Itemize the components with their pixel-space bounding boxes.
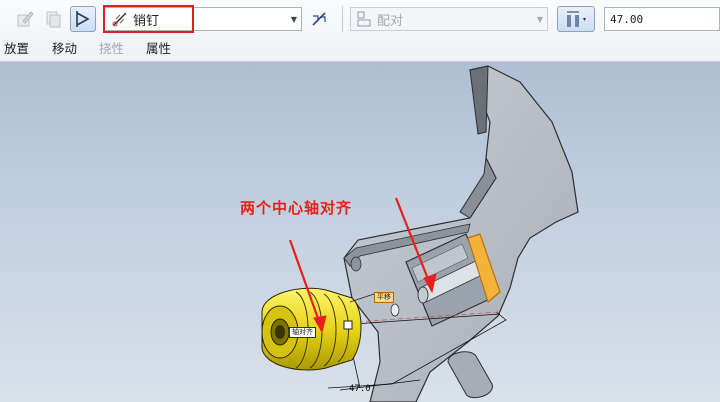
tag-translate[interactable]: 平移 (374, 292, 394, 303)
tab-placement[interactable]: 放置 (4, 38, 29, 57)
copy-icon-button[interactable] (40, 6, 66, 32)
drag-handle[interactable] (343, 320, 353, 330)
wrench-part[interactable] (343, 65, 579, 402)
constraint-set-icon (76, 11, 90, 27)
constraint-type-value: 销钉 (133, 13, 160, 29)
user-defined-set-button[interactable] (70, 6, 96, 32)
model-viewport[interactable]: 两个中心轴对齐 轴对齐 平移 47.0 (0, 62, 720, 402)
annotation-label: 两个中心轴对齐 (240, 199, 353, 217)
constraint-type-combo[interactable]: 销钉 ▼ (104, 7, 302, 31)
tag-axis-align[interactable]: 轴对齐 (289, 327, 316, 338)
chevron-down-icon[interactable]: ▼ (533, 8, 547, 30)
mode-combo[interactable]: 配对 ▼ (350, 7, 548, 31)
tab-move[interactable]: 移动 (52, 38, 77, 57)
dashboard-toolbar: 销钉 ▼ 配对 ▼ 47.00 放置 移动 挠性 属性 (0, 0, 720, 62)
offset-value-input[interactable]: 47.00 (604, 7, 720, 31)
assembly-graphics (261, 65, 579, 402)
copy-icon (46, 11, 61, 28)
offset-type-button[interactable] (557, 6, 595, 32)
dimension-value[interactable]: 47.0 (349, 384, 371, 394)
tab-properties[interactable]: 属性 (146, 38, 171, 57)
mate-icon (357, 11, 371, 27)
tab-flexibility: 挠性 (99, 41, 125, 56)
chevron-down-icon[interactable]: ▼ (287, 8, 301, 30)
edit-icon-button[interactable] (12, 6, 38, 32)
pin-constraint-icon (112, 12, 127, 27)
flip-icon (312, 12, 326, 26)
flip-constraint-button[interactable] (306, 6, 332, 32)
mode-combo-value: 配对 (377, 13, 404, 29)
toolbar-separator (342, 6, 343, 32)
pencil-icon (17, 11, 34, 27)
offset-icon (567, 11, 586, 27)
